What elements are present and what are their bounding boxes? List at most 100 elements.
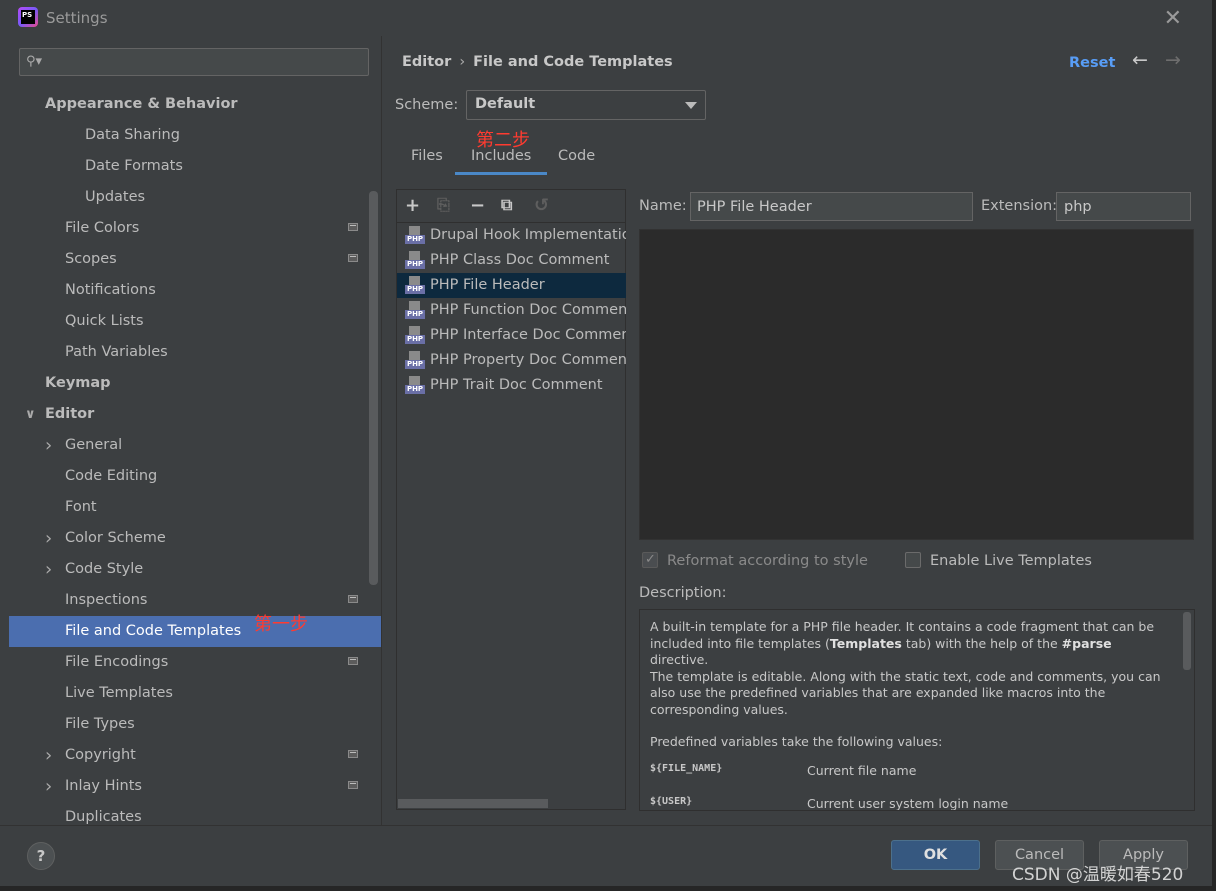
sidebar-item-label: Copyright	[65, 747, 136, 763]
arrow-right-icon[interactable]: →	[1165, 49, 1181, 71]
template-label: Drupal Hook Implementation	[430, 227, 626, 243]
description-label: Description:	[639, 585, 727, 601]
template-list-panel: + ⎘ − ⧉ ↺ PHP Drupal Hook Implementation P…	[396, 189, 626, 810]
scheme-label: Scheme:	[395, 97, 459, 113]
sidebar-item[interactable]: Date Formats	[9, 151, 381, 182]
sidebar-item[interactable]: Notifications	[9, 275, 381, 306]
copy-template-icon[interactable]: ⎘	[437, 195, 450, 215]
tab-files[interactable]: Files	[411, 144, 443, 172]
sidebar-item[interactable]: Live Templates	[9, 678, 381, 709]
sidebar-item[interactable]: Scopes	[9, 244, 381, 275]
sidebar-item-label: Data Sharing	[85, 127, 180, 143]
php-file-icon: PHP	[405, 376, 425, 395]
sidebar-item[interactable]: Font	[9, 492, 381, 523]
project-level-icon	[348, 595, 358, 603]
sidebar-item[interactable]: Inspections	[9, 585, 381, 616]
template-label: PHP Property Doc Comment	[430, 352, 626, 368]
arrow-left-icon[interactable]: ←	[1132, 49, 1148, 71]
window-title: Settings	[46, 9, 108, 27]
sidebar-item[interactable]: › Color Scheme	[9, 523, 381, 554]
ok-button[interactable]: OK	[891, 840, 980, 870]
template-toolbar: + ⎘ − ⧉ ↺	[397, 190, 625, 223]
description-box: A built-in template for a PHP file heade…	[639, 609, 1195, 811]
search-input[interactable]	[50, 52, 364, 74]
project-level-icon	[348, 657, 358, 665]
sidebar-item[interactable]: Keymap	[9, 368, 381, 399]
chevron-right-icon[interactable]: ›	[45, 523, 52, 554]
watermark: CSDN @温暖如春520	[1012, 865, 1184, 885]
template-list-scrollbar[interactable]	[398, 799, 548, 808]
sidebar-item[interactable]: Data Sharing	[9, 120, 381, 151]
php-file-icon: PHP	[405, 226, 425, 245]
scheme-dropdown[interactable]: Default	[466, 90, 706, 120]
live-templates-checkbox[interactable]	[905, 552, 921, 568]
sidebar-item-label: Quick Lists	[65, 313, 144, 329]
sidebar-item-label: Code Style	[65, 561, 144, 577]
add-icon[interactable]: +	[405, 195, 420, 216]
search-icon: ⚲▾	[26, 54, 43, 69]
live-templates-label: Enable Live Templates	[930, 553, 1092, 569]
search-box[interactable]: ⚲▾	[19, 48, 369, 76]
breadcrumb-current: File and Code Templates	[473, 54, 673, 70]
chevron-right-icon[interactable]: ›	[45, 430, 52, 461]
sidebar-item-label: Inspections	[65, 592, 148, 608]
php-file-icon: PHP	[405, 351, 425, 370]
sidebar-item[interactable]: Code Editing	[9, 461, 381, 492]
duplicate-icon[interactable]: ⧉	[501, 195, 512, 215]
sidebar-item[interactable]: File Types	[9, 709, 381, 740]
name-field[interactable]	[690, 192, 973, 221]
chevron-right-icon[interactable]: ›	[45, 771, 52, 802]
sidebar-scrollbar[interactable]	[369, 191, 378, 585]
description-scrollbar[interactable]	[1183, 612, 1191, 670]
chevron-right-icon[interactable]: ›	[45, 554, 52, 585]
close-icon[interactable]: ✕	[1164, 6, 1182, 31]
reset-icon[interactable]: ↺	[534, 195, 549, 216]
sidebar-item[interactable]: Appearance & Behavior	[9, 89, 381, 120]
chevron-down-icon[interactable]: ∨	[25, 399, 36, 430]
sidebar-item-label: Date Formats	[85, 158, 183, 174]
template-list-item[interactable]: PHP PHP Class Doc Comment	[397, 248, 626, 273]
sidebar-item-label: Color Scheme	[65, 530, 166, 546]
sidebar-item[interactable]: File Colors	[9, 213, 381, 244]
content-panel: Editor › File and Code Templates Reset ← →…	[382, 36, 1210, 825]
description-templates-bold: Templates	[829, 635, 902, 651]
settings-tree: Appearance & Behavior Data Sharing Date Fo…	[9, 89, 381, 833]
chevron-right-icon[interactable]: ›	[45, 740, 52, 771]
template-list: PHP Drupal Hook Implementation PHP PHP Clas…	[397, 223, 626, 398]
template-label: PHP Function Doc Comment	[430, 302, 626, 318]
template-label: PHP File Header	[430, 277, 545, 293]
sidebar-item[interactable]: Quick Lists	[9, 306, 381, 337]
extension-field[interactable]	[1056, 192, 1191, 221]
template-label: PHP Trait Doc Comment	[430, 377, 603, 393]
reformat-checkbox[interactable]	[642, 551, 658, 569]
phpstorm-app-icon: PS	[18, 7, 38, 27]
template-code-editor[interactable]	[639, 229, 1194, 540]
annotation-step1: 第一步	[254, 614, 308, 635]
breadcrumb-editor[interactable]: Editor	[402, 54, 451, 70]
sidebar-item-label: Updates	[85, 189, 146, 205]
template-list-item[interactable]: PHP PHP Trait Doc Comment	[397, 373, 626, 398]
sidebar-item[interactable]: › General	[9, 430, 381, 461]
template-list-item[interactable]: PHP PHP Function Doc Comment	[397, 298, 626, 323]
template-list-item[interactable]: PHP PHP Property Doc Comment	[397, 348, 626, 373]
reset-link[interactable]: Reset	[1069, 55, 1115, 71]
help-button[interactable]: ?	[27, 842, 55, 870]
project-level-icon	[348, 254, 358, 262]
sidebar-item[interactable]: › Inlay Hints	[9, 771, 381, 802]
sidebar-item[interactable]: › Copyright	[9, 740, 381, 771]
sidebar-item[interactable]: ∨ Editor	[9, 399, 381, 430]
sidebar-item-label: General	[65, 437, 123, 453]
template-list-item[interactable]: PHP PHP File Header	[397, 273, 626, 298]
sidebar-item-label: Font	[65, 499, 97, 515]
sidebar-item[interactable]: › Code Style	[9, 554, 381, 585]
remove-icon[interactable]: −	[470, 195, 485, 216]
sidebar-item[interactable]: File Encodings	[9, 647, 381, 678]
template-list-item[interactable]: PHP Drupal Hook Implementation	[397, 223, 626, 248]
sidebar-item-label: Code Editing	[65, 468, 158, 484]
template-list-item[interactable]: PHP PHP Interface Doc Comment	[397, 323, 626, 348]
sidebar-item[interactable]: File and Code Templates	[9, 616, 381, 647]
tab-code[interactable]: Code	[558, 144, 595, 172]
tab-includes[interactable]: Includes	[455, 144, 548, 175]
sidebar-item[interactable]: Updates	[9, 182, 381, 213]
sidebar-item[interactable]: Path Variables	[9, 337, 381, 368]
